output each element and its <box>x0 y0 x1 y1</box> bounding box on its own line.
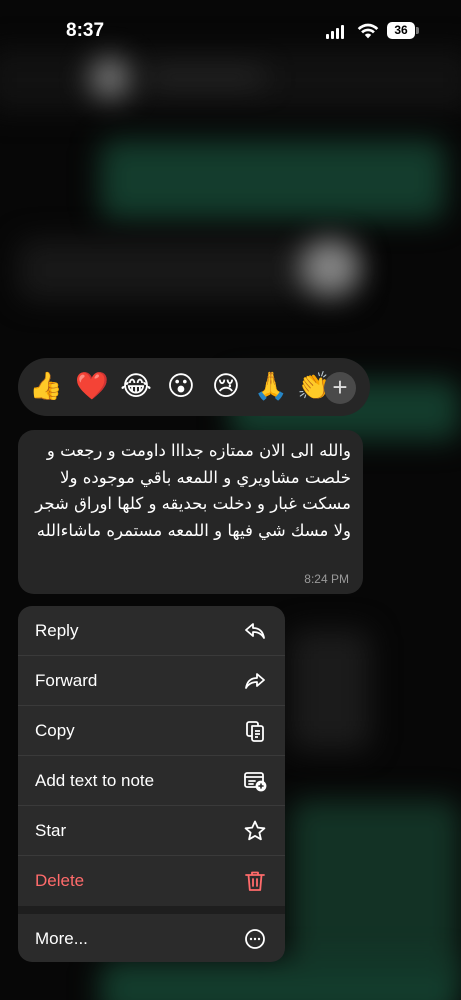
copy-icon <box>246 721 264 742</box>
context-menu: Reply Forward Copy Add text to note Star <box>18 606 285 962</box>
star-label: Star <box>35 821 67 840</box>
add-text-to-note-menu-item[interactable]: Add text to note <box>18 756 285 806</box>
heart-reaction[interactable]: ❤️ <box>74 369 110 405</box>
more-reactions-button[interactable]: + <box>324 372 356 404</box>
copy-menu-item[interactable]: Copy <box>18 706 285 756</box>
delete-label: Delete <box>35 871 85 890</box>
reply-label: Reply <box>35 621 79 640</box>
note-add-icon <box>244 772 267 792</box>
message-text: والله الى الان ممتازه جدااا داومت و رجعت… <box>35 441 351 540</box>
reaction-bar: 👍 ❤️ 😂 😮 😢 🙏 👏 + <box>18 358 370 416</box>
battery-icon: 36 <box>387 22 415 39</box>
status-time: 8:37 <box>66 20 105 41</box>
reply-menu-item[interactable]: Reply <box>18 606 285 656</box>
delete-menu-item[interactable]: Delete <box>18 856 285 906</box>
battery-tip <box>416 27 419 34</box>
status-bar: 8:37 36 <box>0 0 461 60</box>
message-bubble[interactable]: والله الى الان ممتازه جدااا داومت و رجعت… <box>18 430 363 594</box>
message-timestamp: 8:24 PM <box>304 572 349 586</box>
surprised-reaction[interactable]: 😮 <box>163 369 199 405</box>
more-label: More... <box>35 929 88 948</box>
more-icon <box>245 929 265 949</box>
laughing-reaction[interactable]: 😂 <box>118 369 154 405</box>
more-menu-item[interactable]: More... <box>18 914 285 962</box>
reply-icon <box>245 623 265 639</box>
copy-label: Copy <box>35 721 75 740</box>
star-menu-item[interactable]: Star <box>18 806 285 856</box>
forward-icon <box>245 673 265 689</box>
forward-label: Forward <box>35 671 98 690</box>
thumbs-up-reaction[interactable]: 👍 <box>28 369 64 405</box>
menu-separator <box>18 906 285 914</box>
add-text-to-note-label: Add text to note <box>35 771 155 790</box>
folded-hands-reaction[interactable]: 🙏 <box>253 369 289 405</box>
crying-reaction[interactable]: 😢 <box>208 369 244 405</box>
star-icon <box>244 820 266 841</box>
forward-menu-item[interactable]: Forward <box>18 656 285 706</box>
trash-icon <box>245 871 265 891</box>
cellular-signal-icon <box>326 25 346 39</box>
wifi-icon <box>357 23 379 39</box>
